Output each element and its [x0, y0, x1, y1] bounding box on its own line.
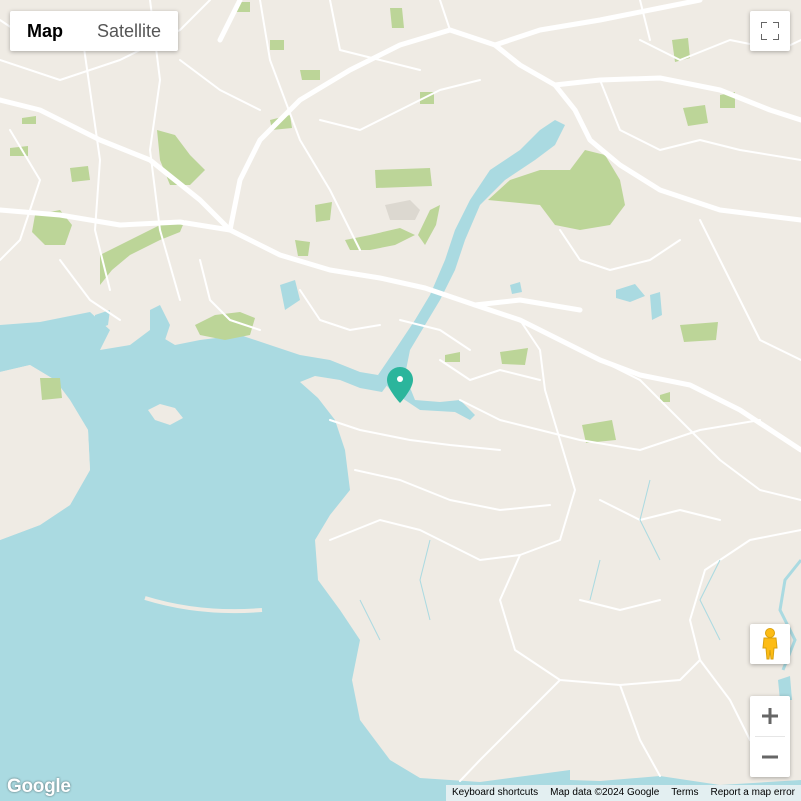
- minus-icon: [762, 755, 778, 759]
- zoom-control: [750, 696, 790, 777]
- zoom-out-button[interactable]: [750, 737, 790, 777]
- report-map-error-link[interactable]: Report a map error: [705, 785, 801, 801]
- google-logo[interactable]: Google: [7, 776, 71, 798]
- zoom-in-button[interactable]: [750, 696, 790, 736]
- map-pin-icon[interactable]: [387, 367, 413, 403]
- terms-link[interactable]: Terms: [665, 785, 704, 801]
- map-type-control: Map Satellite: [10, 11, 179, 51]
- fullscreen-button[interactable]: [750, 11, 790, 51]
- street-view-pegman-button[interactable]: [750, 624, 790, 664]
- pegman-icon: [762, 628, 778, 660]
- plus-icon: [762, 708, 778, 724]
- keyboard-shortcuts-link[interactable]: Keyboard shortcuts: [446, 785, 544, 801]
- map-data-text: Map data ©2024 Google: [550, 787, 660, 798]
- fullscreen-icon: [761, 22, 779, 40]
- attribution-bar: Keyboard shortcuts Map data ©2024 Google…: [445, 785, 801, 801]
- map-type-satellite-button[interactable]: Satellite: [80, 11, 178, 51]
- map-type-map-button[interactable]: Map: [10, 11, 80, 51]
